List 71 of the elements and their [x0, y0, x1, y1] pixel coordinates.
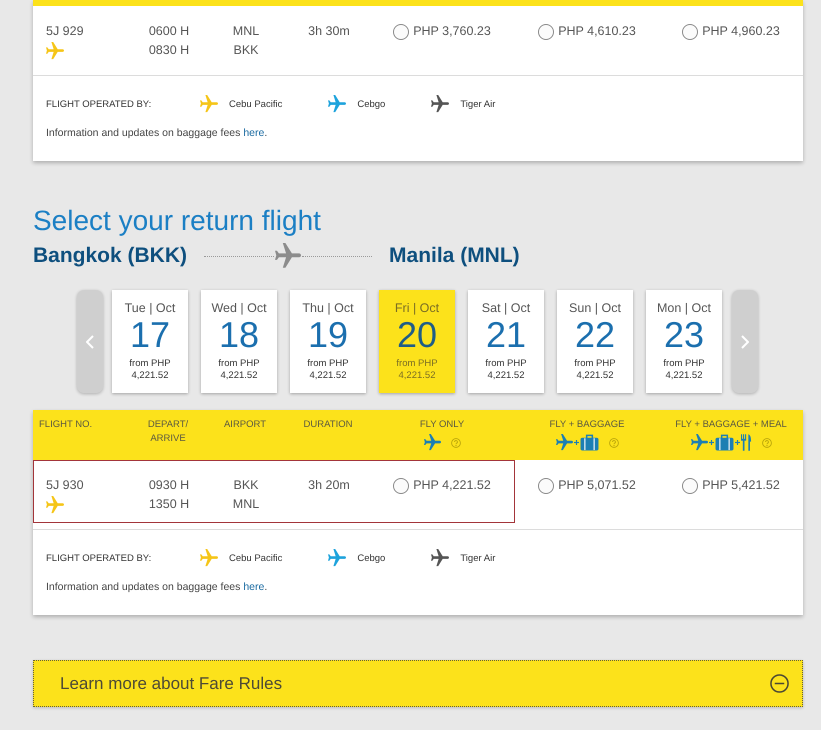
chevron-left-icon: [86, 334, 94, 348]
radio-button[interactable]: [393, 24, 410, 40]
plane-icon: [46, 496, 64, 514]
fare-price: PHP 5,071.52: [558, 477, 636, 494]
carrier-name: Cebu Pacific: [229, 552, 282, 564]
baggage-note: Information and updates on baggage fees here.: [46, 126, 268, 141]
column-header: AIRPORT: [224, 418, 266, 432]
operated-by-label: FLIGHT OPERATED BY:: [46, 98, 152, 110]
date-tab[interactable]: Fri | Oct 20 from PHP 4,221.52: [379, 290, 455, 393]
baggage-link[interactable]: here: [243, 127, 264, 139]
depart-time: 0600 H: [148, 23, 190, 40]
destination-city: Manila (MNL): [389, 244, 520, 268]
help-icon[interactable]: [608, 438, 618, 448]
suitcase-icon: [714, 434, 734, 451]
operated-by-label: FLIGHT OPERATED BY:: [46, 552, 152, 564]
help-icon[interactable]: [762, 438, 772, 448]
chevron-right-icon: [741, 334, 749, 348]
date-tab[interactable]: Sat | Oct 21 from PHP 4,221.52: [468, 290, 544, 393]
plus-icon: [708, 440, 714, 445]
plane-icon: [424, 434, 440, 451]
depart-time: 0930 H: [148, 477, 190, 494]
fare-price: PHP 3,760.23: [413, 23, 491, 40]
plane-icon: [46, 42, 64, 60]
origin-city: Bangkok (BKK): [33, 244, 188, 268]
carrier-name: Cebgo: [357, 98, 386, 110]
radio-button[interactable]: [682, 24, 698, 40]
baggage-note: Information and updates on baggage fees here.: [46, 580, 268, 595]
column-header: DURATION: [304, 418, 352, 432]
section-title: Select your return flight: [33, 204, 322, 238]
flight-duration: 3h 20m: [308, 477, 350, 494]
column-header: FLIGHT NO.: [39, 418, 92, 432]
arrive-time: 1350 H: [148, 496, 190, 513]
flight-number: 5J 930: [46, 477, 84, 494]
column-header: DEPART/ ARRIVE: [146, 418, 190, 446]
flight-number: 5J 929: [46, 23, 84, 40]
radio-button[interactable]: [682, 478, 698, 494]
date-tab[interactable]: Thu | Oct 19 from PHP 4,221.52: [290, 290, 366, 393]
date-tab[interactable]: Tue | Oct 17 from PHP 4,221.52: [112, 290, 188, 393]
arrive-time: 0830 H: [148, 42, 190, 59]
column-header: FLY + BAGGAGE + MEAL: [675, 418, 787, 432]
suitcase-icon: [580, 434, 598, 451]
destination-airport: BKK: [233, 42, 258, 59]
fare-rules-toggle[interactable]: Learn more about Fare Rules: [33, 660, 803, 707]
origin-airport: BKK: [233, 477, 258, 494]
radio-button[interactable]: [538, 478, 554, 494]
plane-icon: [275, 243, 302, 269]
fare-price: PHP 5,421.52: [702, 477, 780, 494]
help-icon[interactable]: [450, 438, 460, 448]
carrier-name: Cebu Pacific: [229, 98, 282, 110]
flight-duration: 3h 30m: [308, 23, 350, 40]
carrier-name: Tiger Air: [460, 98, 496, 110]
fare-price: PHP 4,960.23: [702, 23, 780, 40]
column-header: FLY ONLY: [420, 418, 464, 432]
date-tab[interactable]: Mon | Oct 23 from PHP 4,221.52: [646, 290, 722, 393]
fare-price: PHP 4,610.23: [558, 23, 636, 40]
cutlery-icon: [740, 434, 752, 451]
radio-button[interactable]: [393, 478, 410, 494]
radio-button[interactable]: [538, 24, 554, 40]
origin-airport: MNL: [232, 23, 260, 40]
plane-icon: [556, 434, 572, 451]
date-tab[interactable]: Wed | Oct 18 from PHP 4,221.52: [201, 290, 277, 393]
column-header: FLY + BAGGAGE: [550, 418, 624, 432]
fare-price: PHP 4,221.52: [413, 477, 491, 494]
carrier-name: Cebgo: [357, 552, 386, 564]
plane-icon: [690, 434, 708, 451]
plus-icon: [574, 440, 578, 445]
plus-icon: [734, 440, 740, 445]
destination-airport: MNL: [232, 496, 260, 513]
carrier-name: Tiger Air: [460, 552, 496, 564]
baggage-link[interactable]: here: [243, 581, 264, 593]
date-tab[interactable]: Sun | Oct 22 from PHP 4,221.52: [557, 290, 633, 393]
